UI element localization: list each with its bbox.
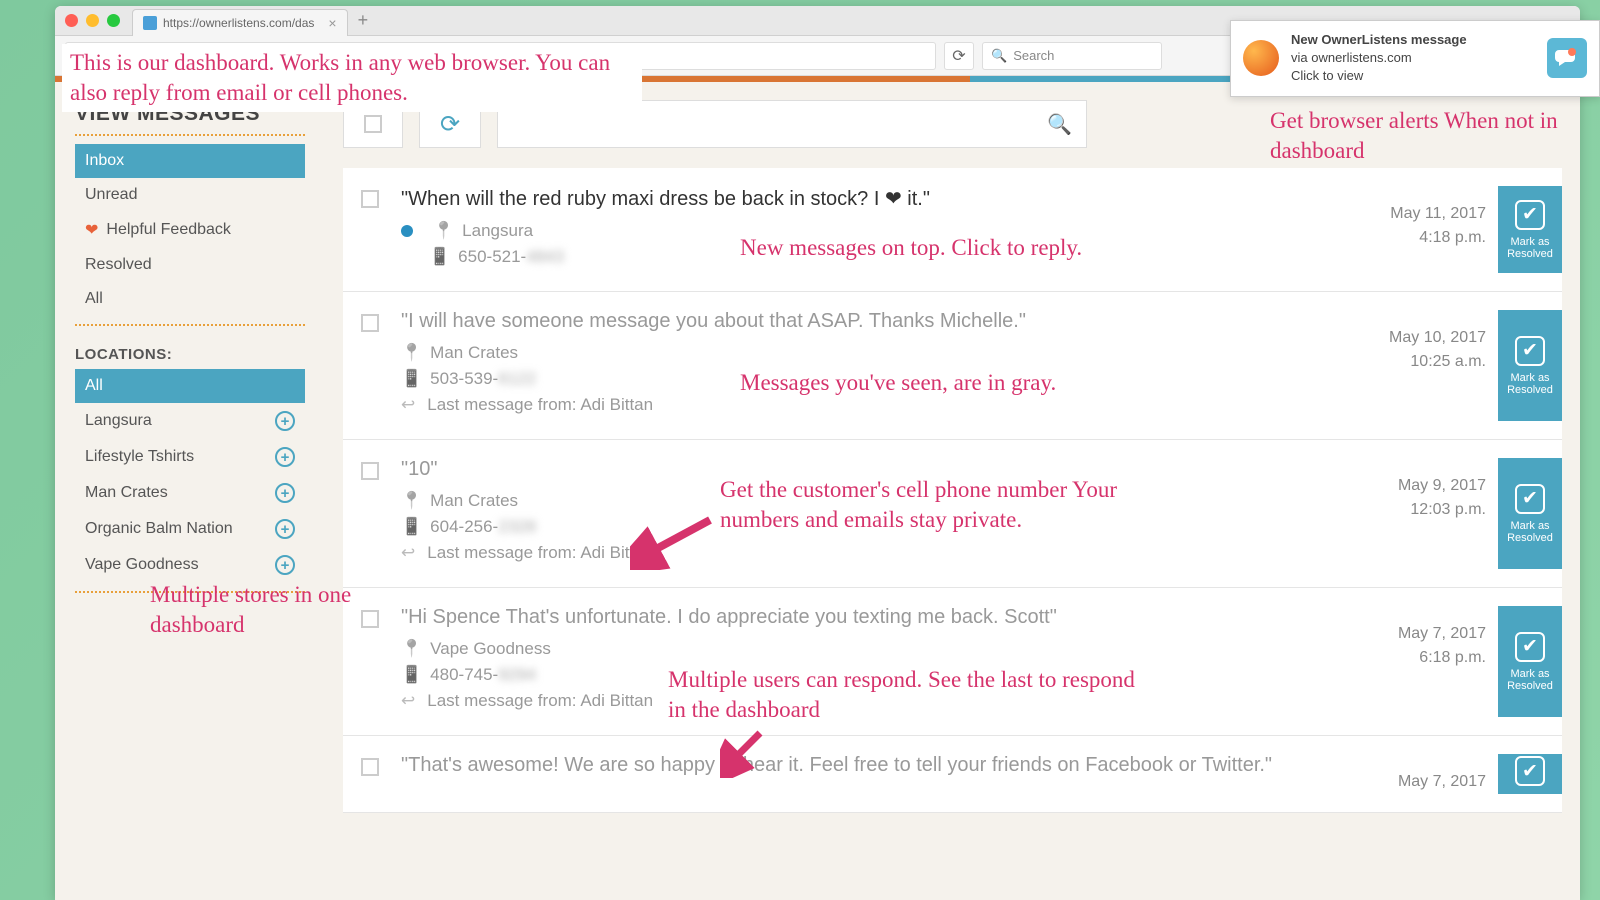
- message-phone: 503-539-6122: [430, 369, 536, 389]
- locations-header: LOCATIONS:: [75, 334, 305, 369]
- location-item-organic-balm-nation[interactable]: Organic Balm Nation+: [75, 511, 305, 547]
- message-location: Langsura: [462, 221, 533, 241]
- message-timestamp: May 10, 201710:25 a.m.: [1378, 310, 1498, 421]
- add-location-icon[interactable]: +: [275, 555, 295, 575]
- message-body: "I will have someone message you about t…: [401, 310, 1378, 421]
- mark-resolved-button[interactable]: ✔Mark asResolved: [1498, 606, 1562, 717]
- app-icon: [1547, 38, 1587, 78]
- phone-icon: [401, 517, 422, 537]
- browser-notification[interactable]: New OwnerListens message via ownerlisten…: [1230, 20, 1600, 97]
- divider: [75, 324, 305, 326]
- last-message-from: Last message from: Adi Bittan: [427, 543, 653, 563]
- divider: [75, 134, 305, 136]
- annotation-phone-privacy: Get the customer's cell phone number You…: [720, 475, 1190, 535]
- check-icon: ✔: [1515, 200, 1545, 230]
- search-icon: 🔍: [991, 48, 1007, 64]
- close-window-button[interactable]: [65, 14, 78, 27]
- minimize-window-button[interactable]: [86, 14, 99, 27]
- message-text: "I will have someone message you about t…: [401, 310, 1366, 333]
- message-checkbox[interactable]: [361, 186, 401, 273]
- search-placeholder: Search: [1013, 48, 1054, 63]
- sidebar-item-inbox[interactable]: Inbox: [75, 144, 305, 178]
- favicon-icon: [143, 16, 157, 30]
- location-item-all[interactable]: All: [75, 369, 305, 403]
- location-icon: [401, 491, 422, 511]
- reply-icon: [401, 395, 419, 415]
- last-message-from: Last message from: Adi Bittan: [427, 395, 653, 415]
- message-row[interactable]: "That's awesome! We are so happy to hear…: [343, 736, 1562, 813]
- message-location: Vape Goodness: [430, 639, 551, 659]
- message-location: Man Crates: [430, 343, 518, 363]
- location-item-man-crates[interactable]: Man Crates+: [75, 475, 305, 511]
- check-icon: ✔: [1515, 484, 1545, 514]
- add-location-icon[interactable]: +: [275, 519, 295, 539]
- message-checkbox[interactable]: [361, 754, 401, 794]
- message-phone: 650-521-4843: [458, 247, 564, 267]
- message-checkbox[interactable]: [361, 458, 401, 569]
- close-tab-icon[interactable]: ×: [328, 15, 336, 31]
- maximize-window-button[interactable]: [107, 14, 120, 27]
- message-body: "That's awesome! We are so happy to hear…: [401, 754, 1378, 794]
- sidebar: VIEW MESSAGES Inbox Unread ❤Helpful Feed…: [55, 82, 325, 900]
- sidebar-item-unread[interactable]: Unread: [75, 178, 305, 212]
- message-row[interactable]: "When will the red ruby maxi dress be ba…: [343, 168, 1562, 292]
- search-icon: 🔍: [1047, 112, 1072, 137]
- reload-button[interactable]: ⟳: [944, 42, 974, 70]
- message-timestamp: May 11, 20174:18 p.m.: [1378, 186, 1498, 273]
- annotation-multi-user: Multiple users can respond. See the last…: [668, 665, 1158, 725]
- message-phone: 480-745-9294: [430, 665, 536, 685]
- add-location-icon[interactable]: +: [275, 447, 295, 467]
- message-timestamp: May 7, 2017: [1378, 754, 1498, 794]
- message-timestamp: May 7, 20176:18 p.m.: [1378, 606, 1498, 717]
- browser-search-input[interactable]: 🔍 Search: [982, 42, 1162, 70]
- notification-text: New OwnerListens message via ownerlisten…: [1291, 31, 1535, 86]
- window-controls: [65, 14, 120, 27]
- mark-resolved-button[interactable]: ✔: [1498, 754, 1562, 794]
- message-checkbox[interactable]: [361, 310, 401, 421]
- phone-icon: [429, 247, 450, 267]
- tab-url: https://ownerlistens.com/das: [163, 16, 314, 30]
- sidebar-item-resolved[interactable]: Resolved: [75, 248, 305, 282]
- location-icon: [433, 221, 454, 241]
- sidebar-item-all[interactable]: All: [75, 282, 305, 316]
- annotation-new-messages: New messages on top. Click to reply.: [740, 233, 1082, 263]
- location-icon: [401, 343, 422, 363]
- annotation-seen-messages: Messages you've seen, are in gray.: [740, 368, 1056, 398]
- mark-resolved-button[interactable]: ✔Mark asResolved: [1498, 310, 1562, 421]
- unread-indicator-icon: [401, 225, 413, 237]
- arrow-icon: [630, 510, 720, 570]
- check-icon: ✔: [1515, 336, 1545, 366]
- browser-tab[interactable]: https://ownerlistens.com/das ×: [132, 9, 348, 36]
- message-timestamp: May 9, 201712:03 p.m.: [1378, 458, 1498, 569]
- message-row[interactable]: "I will have someone message you about t…: [343, 292, 1562, 440]
- new-tab-button[interactable]: +: [358, 10, 369, 31]
- message-text: "That's awesome! We are so happy to hear…: [401, 754, 1366, 777]
- location-icon: [401, 639, 422, 659]
- annotation-multi-store: Multiple stores in one dashboard: [150, 580, 370, 640]
- location-item-vape-goodness[interactable]: Vape Goodness+: [75, 547, 305, 583]
- location-item-langsura[interactable]: Langsura+: [75, 403, 305, 439]
- annotation-browser-alerts: Get browser alerts When not in dashboard: [1270, 106, 1570, 166]
- annotation-dashboard-intro: This is our dashboard. Works in any web …: [62, 44, 642, 112]
- mark-resolved-button[interactable]: ✔Mark asResolved: [1498, 458, 1562, 569]
- location-item-lifestyle-tshirts[interactable]: Lifestyle Tshirts+: [75, 439, 305, 475]
- message-text: "Hi Spence That's unfortunate. I do appr…: [401, 606, 1366, 629]
- reply-icon: [401, 543, 419, 563]
- last-message-from: Last message from: Adi Bittan: [427, 691, 653, 711]
- message-phone: 604-256-2328: [430, 517, 536, 537]
- add-location-icon[interactable]: +: [275, 483, 295, 503]
- firefox-icon: [1243, 40, 1279, 76]
- check-icon: ✔: [1515, 756, 1545, 786]
- phone-icon: [401, 665, 422, 685]
- heart-icon: ❤: [85, 220, 98, 240]
- message-location: Man Crates: [430, 491, 518, 511]
- add-location-icon[interactable]: +: [275, 411, 295, 431]
- reply-icon: [401, 691, 419, 711]
- sidebar-item-helpful-feedback[interactable]: ❤Helpful Feedback: [75, 212, 305, 248]
- phone-icon: [401, 369, 422, 389]
- check-icon: ✔: [1515, 632, 1545, 662]
- message-text: "When will the red ruby maxi dress be ba…: [401, 186, 1366, 211]
- mark-resolved-button[interactable]: ✔Mark asResolved: [1498, 186, 1562, 273]
- arrow-icon: [720, 728, 770, 778]
